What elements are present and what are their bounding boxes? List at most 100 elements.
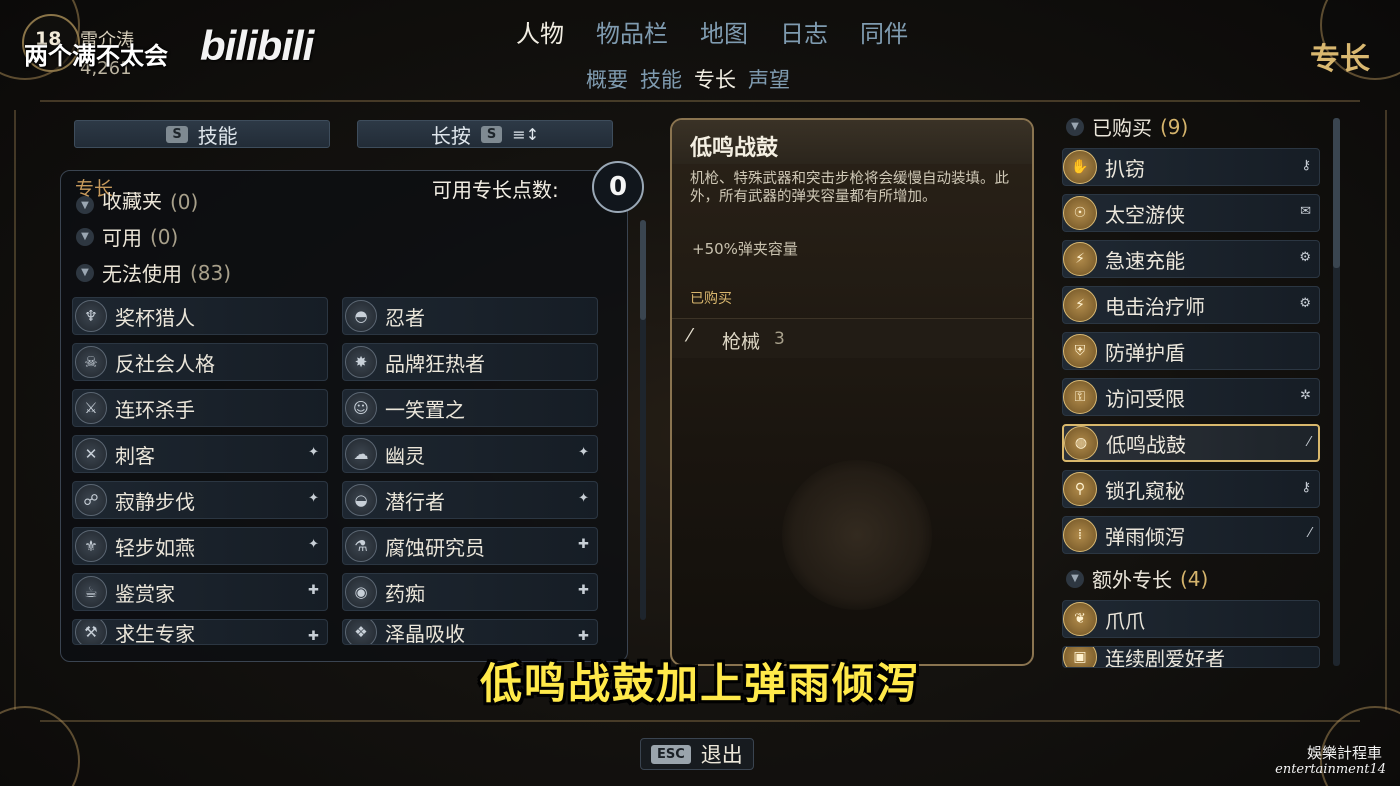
lock-icon: ⚿ — [1063, 380, 1097, 414]
ninja-icon: ◓ — [345, 300, 377, 332]
crystal-icon: ❖ — [345, 620, 377, 644]
main-tab-0[interactable]: 人物 — [500, 14, 580, 49]
skull-icon: ☠ — [75, 346, 107, 378]
perk-name: 泽晶吸收 — [385, 621, 465, 645]
trophy-icon: ♆ — [75, 300, 107, 332]
charge-icon: ⚡ — [1063, 242, 1097, 276]
extra-header-label: 额外专长 — [1092, 568, 1172, 592]
purchased-perk[interactable]: ⚲ 锁孔窥秘 ⚷ — [1062, 470, 1320, 508]
paw-icon: ❦ — [1063, 602, 1097, 636]
chevron-down-icon: ▼ — [1066, 117, 1084, 136]
lockpick-tag-icon: ⚷ — [1301, 158, 1311, 173]
pill-icon: ◉ — [345, 576, 377, 608]
purchased-perk-name: 访问受限 — [1105, 386, 1185, 411]
medkit-icon: ✚ — [578, 583, 589, 598]
dialog-tag-icon: ✉ — [1300, 204, 1311, 219]
video-subtitle: 低鸣战鼓加上弹雨倾泻 — [479, 659, 920, 708]
drum-artwork-icon — [782, 460, 932, 610]
perk-item[interactable]: ☕ 鉴赏家 ✚ — [72, 573, 328, 611]
perk-name: 忍者 — [385, 305, 425, 330]
sub-tab-bar: 概要 技能 专长 声望 — [580, 64, 796, 94]
perk-name: 药痴 — [385, 581, 425, 606]
perk-item[interactable]: ☠ 反社会人格 — [72, 343, 328, 381]
bilibili-logo: bilibili — [200, 22, 314, 69]
perk-item[interactable]: ◓ 忍者 — [342, 297, 598, 335]
shock-icon: ⚡ — [1063, 288, 1097, 322]
purchased-perk-name: 扒窃 — [1105, 156, 1145, 181]
purchased-perk-name: 弹雨倾泻 — [1105, 524, 1185, 549]
perk-item[interactable]: ◒ 潜行者 ✦ — [342, 481, 598, 519]
perk-item[interactable]: ⚔ 连环杀手 — [72, 389, 328, 427]
stealth-icon: ✦ — [308, 491, 319, 506]
medkit-icon: ✚ — [308, 583, 319, 598]
frame-top-line — [40, 100, 1360, 102]
extra-count: (4) — [1180, 566, 1209, 591]
perk-name: 幽灵 — [385, 443, 425, 468]
sub-tab-2[interactable]: 专长 — [688, 64, 742, 94]
requirement-row: ⁄ 枪械 3 — [672, 318, 1032, 358]
available-points-label: 可用专长点数: — [432, 178, 559, 202]
category-row[interactable]: ▼ 可用 (0) — [76, 222, 178, 251]
perk-detail-panel: 低鸣战鼓 机枪、特殊武器和突击步枪将会缓慢自动装填。此外，所有武器的弹夹容量都有… — [670, 118, 1034, 666]
purchased-perk[interactable]: ⚡ 电击治疗师 ⚙ — [1062, 286, 1320, 324]
purchased-perk[interactable]: ☉ 太空游侠 ✉ — [1062, 194, 1320, 232]
sort-button[interactable]: 长按 S ≡↕ — [357, 120, 613, 148]
main-tab-3[interactable]: 日志 — [764, 14, 844, 49]
purchased-list-scroll-thumb[interactable] — [1333, 118, 1340, 268]
main-tab-2[interactable]: 地图 — [684, 14, 764, 49]
purchased-perk[interactable]: ⚿ 访问受限 ✲ — [1062, 378, 1320, 416]
sub-tab-0[interactable]: 概要 — [580, 64, 634, 94]
perk-item[interactable]: ❖ 泽晶吸收 ✚ — [342, 619, 598, 645]
purchased-perk-name: 防弹护盾 — [1105, 340, 1185, 365]
perk-item[interactable]: ✕ 刺客 ✦ — [72, 435, 328, 473]
extra-perks-header[interactable]: ▼ 额外专长 (4) — [1066, 564, 1208, 593]
purchased-perk[interactable]: ✋ 扒窃 ⚷ — [1062, 148, 1320, 186]
frame-left-line — [14, 110, 16, 710]
sub-tab-1[interactable]: 技能 — [634, 64, 688, 94]
chevron-down-icon: ▼ — [76, 196, 94, 214]
bug-tag-icon: ✲ — [1300, 388, 1311, 403]
main-tab-1[interactable]: 物品栏 — [580, 14, 684, 49]
category-row[interactable]: ▼ 收藏夹 (0) — [76, 192, 198, 214]
purchased-perk[interactable]: ⁞ 弹雨倾泻 ⁄ — [1062, 516, 1320, 554]
purchased-perk-name: 低鸣战鼓 — [1106, 432, 1186, 457]
category-row[interactable]: ▼ 无法使用 (83) — [76, 258, 231, 287]
esc-key-icon: ESC — [651, 744, 691, 764]
exit-button[interactable]: ESC 退出 — [640, 738, 754, 770]
purchased-perk-selected[interactable]: ◍ 低鸣战鼓 ⁄ — [1062, 424, 1320, 462]
requirement-skill: 枪械 — [722, 331, 761, 353]
skills-button[interactable]: S 技能 — [74, 120, 330, 148]
stealth-icon: ✦ — [308, 445, 319, 460]
purchased-perk-name: 电击治疗师 — [1105, 294, 1205, 319]
extra-perk[interactable]: ❦ 爪爪 — [1062, 600, 1320, 638]
detail-description: 机枪、特殊武器和突击步枪将会缓慢自动装填。此外，所有武器的弹夹容量都有所增加。 — [690, 171, 1009, 205]
perk-item[interactable]: ☁ 幽灵 ✦ — [342, 435, 598, 473]
perk-item[interactable]: ☍ 寂静步伐 ✦ — [72, 481, 328, 519]
gear-tag-icon: ⚙ — [1299, 250, 1311, 265]
stealth-icon: ✦ — [308, 537, 319, 552]
channel-watermark-en: entertainment14 — [1275, 762, 1386, 777]
perk-item[interactable]: ☺ 一笑置之 — [342, 389, 598, 427]
perk-item[interactable]: ⚜ 轻步如燕 ✦ — [72, 527, 328, 565]
perk-item[interactable]: ✸ 品牌狂热者 — [342, 343, 598, 381]
exit-label: 退出 — [700, 743, 743, 767]
shield-icon: ⛨ — [1063, 334, 1097, 368]
sub-tab-3[interactable]: 声望 — [742, 64, 796, 94]
perk-name: 潜行者 — [385, 489, 445, 514]
hand-icon: ✋ — [1063, 150, 1097, 184]
purchased-perk[interactable]: ⛨ 防弹护盾 — [1062, 332, 1320, 370]
perk-name: 连环杀手 — [115, 397, 195, 422]
perk-item[interactable]: ◉ 药痴 ✚ — [342, 573, 598, 611]
purchased-header[interactable]: ▼ 已购买 (9) — [1066, 112, 1188, 141]
perk-list-scroll-thumb[interactable] — [640, 220, 646, 320]
main-tab-4[interactable]: 同伴 — [844, 14, 924, 49]
perk-item[interactable]: ♆ 奖杯猎人 — [72, 297, 328, 335]
perk-item[interactable]: ⚗ 腐蚀研究员 ✚ — [342, 527, 598, 565]
extra-perk-name: 爪爪 — [1105, 608, 1145, 633]
frame-corner-bottom-left — [0, 706, 80, 786]
purchased-perk[interactable]: ⚡ 急速充能 ⚙ — [1062, 240, 1320, 278]
gun-tag-icon: ⁄ — [1308, 526, 1311, 541]
perk-item[interactable]: ⚒ 求生专家 ✚ — [72, 619, 328, 645]
s-key-icon: S — [480, 125, 503, 143]
perk-name: 鉴赏家 — [115, 581, 175, 606]
